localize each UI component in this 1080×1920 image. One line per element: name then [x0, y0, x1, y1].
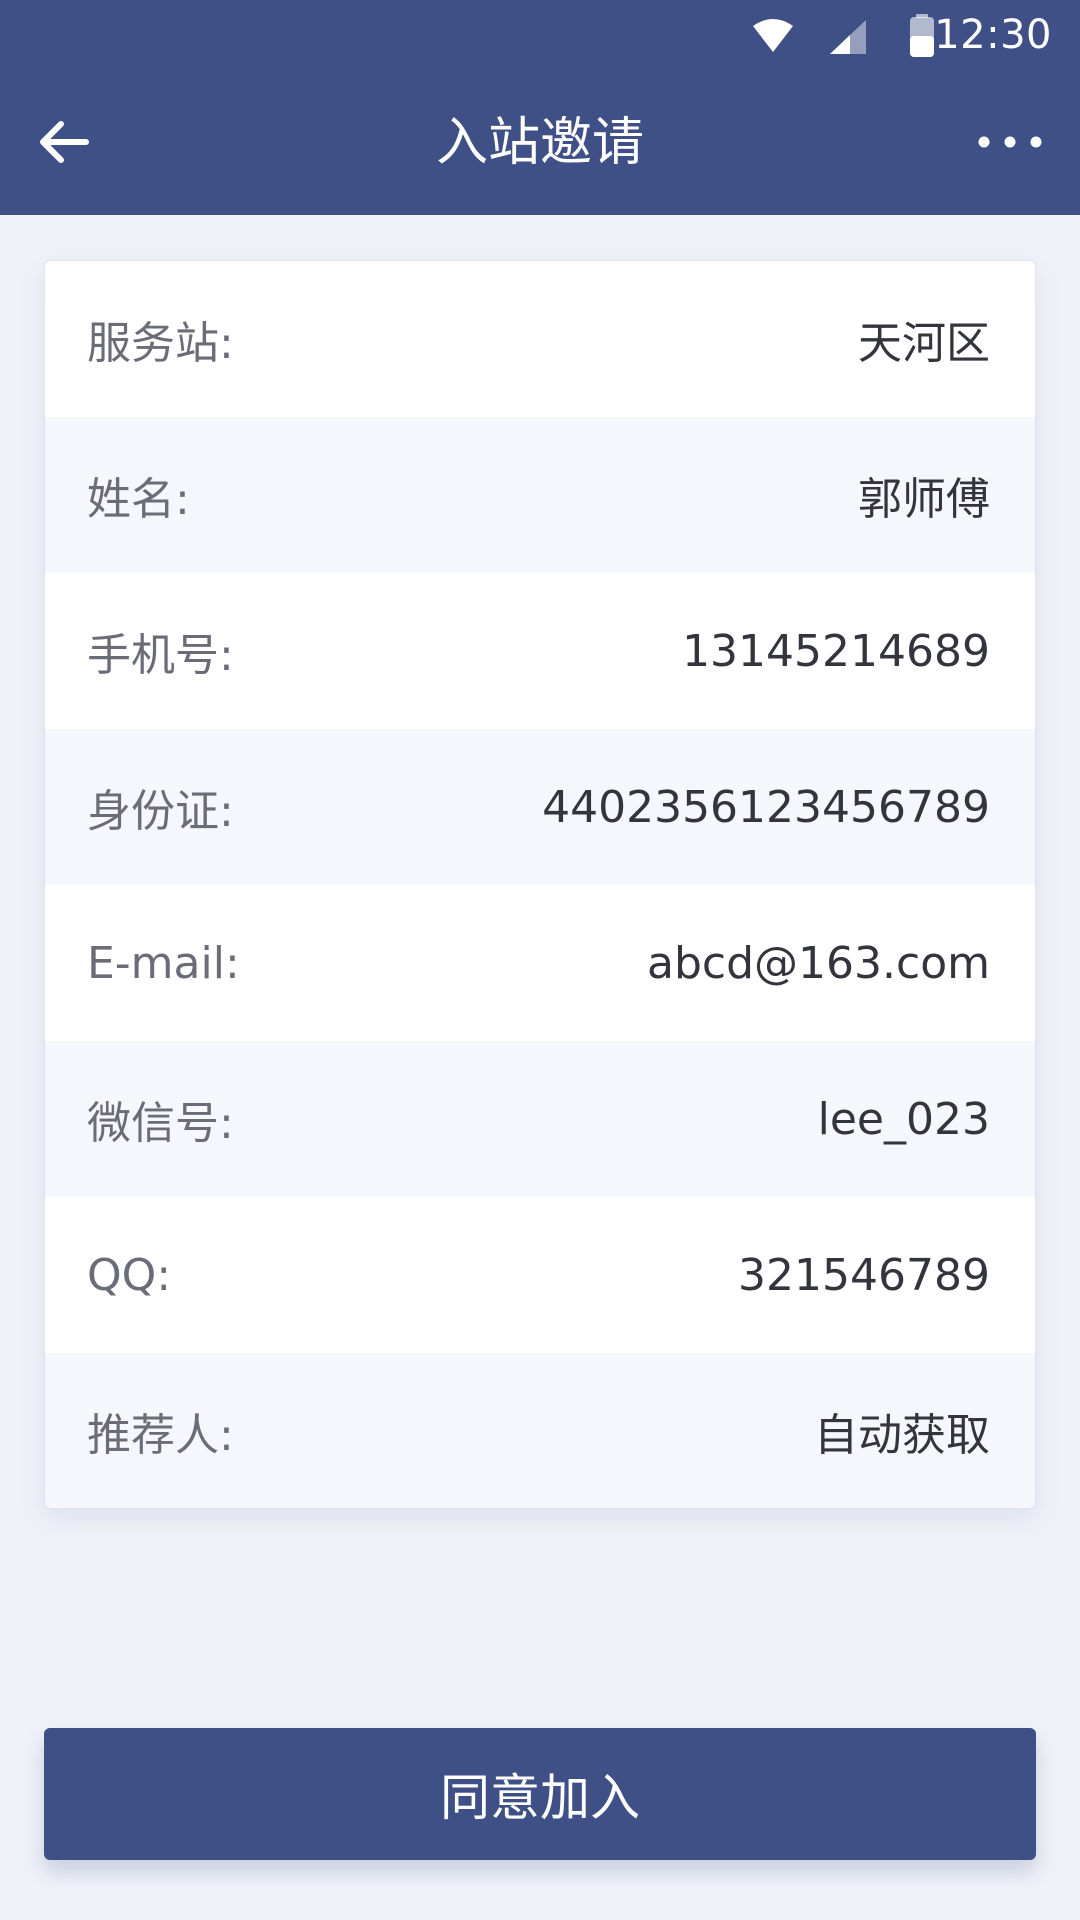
row-value: 4402356123456789	[542, 781, 990, 833]
agree-join-button[interactable]: 同意加入	[44, 1728, 1036, 1860]
status-bar: 12:30	[0, 0, 1080, 72]
more-dots-icon	[978, 136, 1042, 148]
wifi-icon	[753, 19, 793, 52]
page-title: 入站邀请	[435, 113, 644, 173]
info-row-service-station: 服务站: 天河区	[45, 261, 1035, 417]
back-button[interactable]	[30, 106, 102, 178]
row-value: 郭师傅	[858, 474, 990, 525]
app-header: 12:30 入站邀请	[0, 0, 1080, 215]
info-row-wechat: 微信号: lee_023	[45, 1041, 1035, 1197]
info-row-id-card: 身份证: 4402356123456789	[45, 729, 1035, 885]
row-label: 姓名:	[87, 474, 190, 525]
row-label: 手机号:	[87, 630, 234, 681]
row-label: 微信号:	[87, 1098, 234, 1149]
row-value: 13145214689	[682, 625, 990, 677]
info-row-referrer: 推荐人: 自动获取	[45, 1353, 1035, 1508]
invitation-info-card: 服务站: 天河区 姓名: 郭师傅 手机号: 13145214689 身份证: 4…	[44, 260, 1036, 1509]
info-row-phone: 手机号: 13145214689	[45, 573, 1035, 729]
arrow-left-icon	[40, 121, 89, 163]
cell-signal-icon	[830, 20, 866, 54]
row-value: 自动获取	[814, 1410, 990, 1461]
row-label: 推荐人:	[87, 1410, 234, 1461]
row-value: 321546789	[738, 1249, 990, 1301]
row-label: QQ:	[87, 1249, 172, 1301]
info-row-email: E-mail: abcd@163.com	[45, 885, 1035, 1041]
row-value: 天河区	[858, 318, 990, 369]
row-value: lee_023	[817, 1093, 990, 1145]
info-row-qq: QQ: 321546789	[45, 1197, 1035, 1353]
status-time: 12:30	[934, 12, 1052, 58]
row-label: 服务站:	[87, 318, 234, 369]
nav-bar: 入站邀请	[0, 72, 1080, 215]
row-label: E-mail:	[87, 937, 240, 989]
row-value: abcd@163.com	[647, 937, 990, 989]
info-row-name: 姓名: 郭师傅	[45, 417, 1035, 573]
row-label: 身份证:	[87, 786, 234, 837]
more-button[interactable]	[970, 112, 1050, 172]
